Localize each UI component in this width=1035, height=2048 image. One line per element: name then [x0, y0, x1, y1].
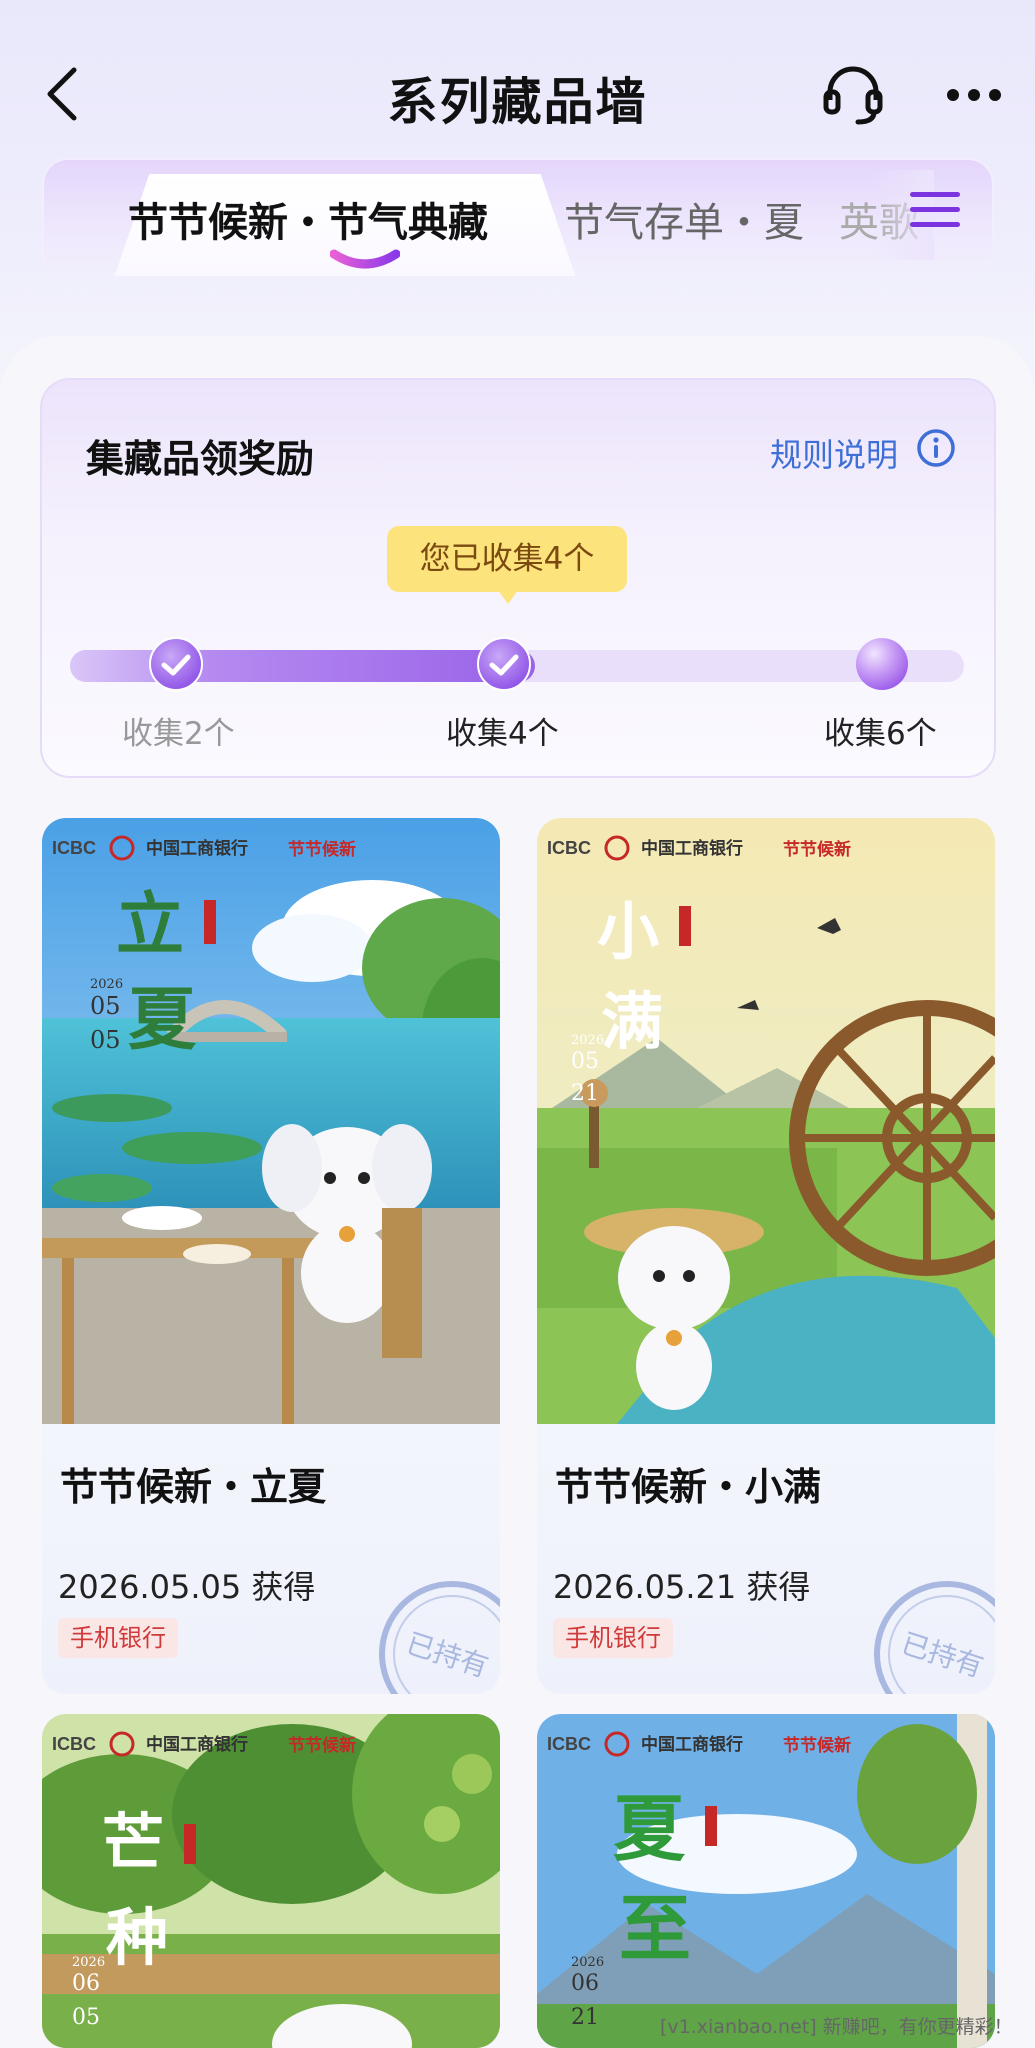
svg-text:05: 05	[72, 2005, 100, 2030]
collectible-image-xiaoman: ICBC 中国工商银行 节节候新 小 满 2026 05 21	[537, 818, 995, 1424]
svg-text:05: 05	[571, 1049, 599, 1074]
svg-text:节节候新: 节节候新	[783, 839, 851, 860]
headset-icon[interactable]	[820, 62, 886, 128]
svg-text:种: 种	[106, 1901, 168, 1974]
svg-text:2026: 2026	[72, 1955, 105, 1970]
info-icon[interactable]	[916, 428, 956, 468]
svg-text:ICBC: ICBC	[52, 1734, 96, 1754]
card-date: 2026.05.21 获得	[553, 1568, 811, 1606]
owned-stamp-icon: 已持有	[379, 1581, 500, 1694]
milestone-node-pending	[856, 638, 908, 690]
svg-text:芒: 芒	[102, 1806, 164, 1879]
svg-text:夏: 夏	[128, 980, 197, 1060]
owned-stamp-icon: 已持有	[874, 1581, 995, 1694]
svg-text:节节候新: 节节候新	[288, 839, 356, 860]
milestone-node-checked	[477, 637, 531, 691]
card-date: 2026.05.05 获得	[58, 1568, 316, 1606]
svg-text:已持有: 已持有	[897, 1626, 987, 1683]
watermark: [v1.xianbao.net] 新赚吧，有你更精彩！	[660, 2016, 1013, 2038]
collectible-image-mangzhong: ICBC 中国工商银行 节节候新 芒 种 2026 06 05	[42, 1714, 500, 2048]
collectible-image-lixia: ICBC 中国工商银行 节节候新 立 夏 2026 05 05	[42, 818, 500, 1424]
source-badge: 手机银行	[553, 1618, 673, 1658]
card-brand-text: ICBC	[52, 838, 96, 858]
svg-text:2026: 2026	[571, 1033, 604, 1048]
active-tab-indicator	[330, 249, 400, 269]
svg-text:05: 05	[90, 1026, 121, 1054]
svg-text:2026: 2026	[90, 977, 123, 992]
svg-text:小: 小	[597, 895, 659, 968]
svg-text:立: 立	[116, 885, 184, 965]
svg-text:06: 06	[72, 1971, 100, 1996]
collectible-card[interactable]: ICBC 中国工商银行 节节候新 小 满 2026 05 21 节节候新・小满 …	[537, 818, 995, 1694]
menu-icon[interactable]	[910, 192, 960, 236]
svg-text:夏: 夏	[613, 1786, 686, 1871]
tab-jieqi-cundan[interactable]: 节气存单・夏	[564, 190, 804, 248]
milestone-label: 收集2个	[122, 716, 235, 752]
series-tabs: 节节候新・节气典藏 节气存单・夏 英歌	[42, 158, 994, 278]
collectible-image-xiazhi: ICBC 中国工商银行 节节候新 夏 至 2026 06 21	[537, 1714, 995, 2048]
collectible-card[interactable]: ICBC 中国工商银行 节节候新 夏 至 2026 06 21	[537, 1714, 995, 2048]
svg-text:节节候新: 节节候新	[783, 1735, 851, 1756]
card-name: 节节候新・小满	[555, 1465, 822, 1509]
svg-text:中国工商银行: 中国工商银行	[146, 838, 248, 859]
progress-fill	[70, 650, 535, 682]
svg-text:ICBC: ICBC	[547, 838, 591, 858]
source-badge: 手机银行	[58, 1618, 178, 1658]
collectible-card[interactable]: ICBC 中国工商银行 节节候新 芒 种 2026 06 05	[42, 1714, 500, 2048]
svg-text:满: 满	[601, 985, 663, 1058]
milestone-label: 收集4个	[446, 716, 559, 752]
svg-text:05: 05	[90, 992, 121, 1020]
reward-card: 集藏品领奖励 规则说明 您已收集4个 收集2个 收集4个 收集6个	[40, 378, 996, 778]
svg-text:至: 至	[619, 1886, 691, 1971]
svg-text:中国工商银行: 中国工商银行	[641, 1734, 743, 1755]
svg-text:06: 06	[571, 1971, 599, 1996]
tab-jiejie-houxin[interactable]: 节节候新・节气典藏	[128, 190, 488, 248]
card-name: 节节候新・立夏	[60, 1465, 327, 1509]
svg-text:21: 21	[571, 2005, 599, 2030]
milestone-node-checked	[149, 637, 203, 691]
svg-text:已持有: 已持有	[402, 1626, 492, 1683]
svg-text:中国工商银行: 中国工商银行	[641, 838, 743, 859]
svg-text:中国工商银行: 中国工商银行	[146, 1734, 248, 1755]
rules-link[interactable]: 规则说明	[770, 430, 898, 476]
collectible-card[interactable]: ICBC 中国工商银行 节节候新 立 夏 2026 05 05 节节候新・立夏 …	[42, 818, 500, 1694]
reward-title: 集藏品领奖励	[86, 437, 315, 481]
milestone-label: 收集6个	[824, 716, 937, 752]
svg-text:21: 21	[571, 1081, 599, 1106]
svg-text:ICBC: ICBC	[547, 1734, 591, 1754]
svg-text:2026: 2026	[571, 1955, 604, 1970]
more-dots-icon[interactable]	[945, 80, 1003, 110]
progress-bubble: 您已收集4个	[387, 526, 627, 592]
svg-text:节节候新: 节节候新	[288, 1735, 356, 1756]
progress-bubble-tail	[498, 590, 518, 604]
